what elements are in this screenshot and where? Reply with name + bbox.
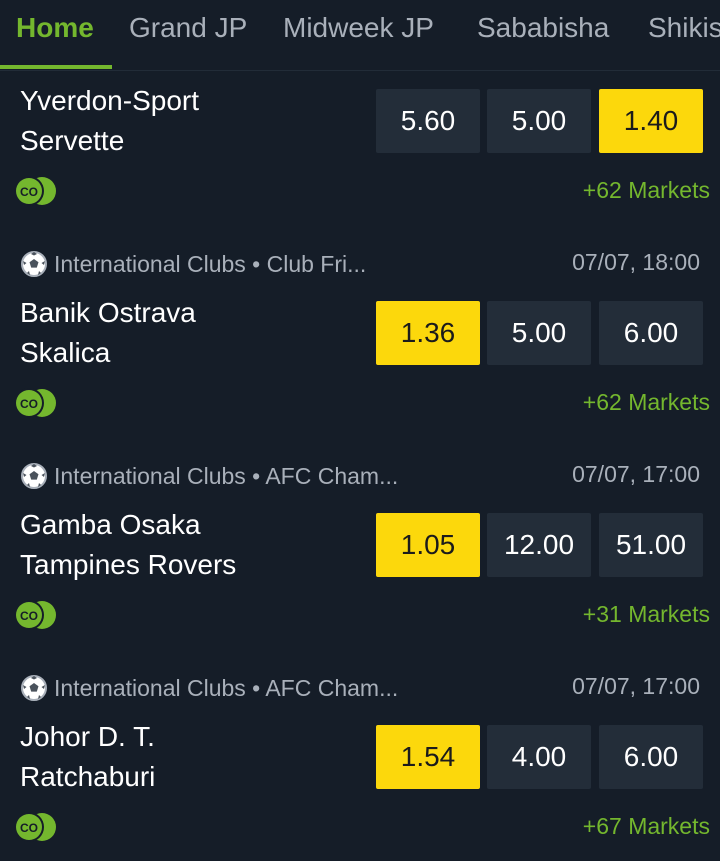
cashout-icon: CO — [14, 176, 56, 206]
cashout-label: CO — [20, 397, 38, 411]
odd-draw-button[interactable]: 5.00 — [487, 89, 591, 153]
league-name: International Clubs • AFC Cham... — [54, 675, 399, 701]
odd-away-button[interactable]: 51.00 — [599, 513, 703, 577]
cashout-icon: CO — [14, 600, 56, 630]
match-datetime: 07/07, 17:00 — [572, 461, 700, 487]
soccer-ball-icon — [21, 675, 47, 701]
cashout-icon: CO — [14, 812, 56, 842]
top-tab-bar: Home Grand JP Midweek JP Sababisha Shiki… — [0, 0, 720, 71]
tab-shikisha[interactable]: Shikis — [648, 10, 720, 46]
away-team: Ratchaburi — [20, 761, 156, 792]
cashout-icon: CO — [14, 388, 56, 418]
match-datetime: 07/07, 18:00 — [572, 249, 700, 275]
match-header: International Clubs • AFC Cham... 07/07,… — [0, 456, 720, 496]
odd-home-button[interactable]: 1.54 — [376, 725, 480, 789]
tab-grand-jp[interactable]: Grand JP — [129, 10, 247, 46]
league-name: International Clubs • Club Fri... — [54, 251, 367, 277]
odd-home-button[interactable]: 1.36 — [376, 301, 480, 365]
away-team: Skalica — [20, 337, 111, 368]
odd-away-button[interactable]: 1.40 — [599, 89, 703, 153]
more-markets-link[interactable]: +62 Markets — [583, 176, 710, 204]
tab-midweek-jp[interactable]: Midweek JP — [283, 10, 434, 46]
match-datetime: 07/07, 17:00 — [572, 673, 700, 699]
match-header: International Clubs • AFC Cham... 07/07,… — [0, 668, 720, 708]
home-team: Johor D. T. — [20, 721, 155, 752]
cashout-label: CO — [20, 609, 38, 623]
active-tab-indicator — [0, 65, 112, 69]
odd-draw-button[interactable]: 12.00 — [487, 513, 591, 577]
cashout-label: CO — [20, 185, 38, 199]
odd-away-button[interactable]: 6.00 — [599, 301, 703, 365]
odd-away-button[interactable]: 6.00 — [599, 725, 703, 789]
cashout-label: CO — [20, 821, 38, 835]
match-header: International Clubs • Club Fri... 07/07,… — [0, 244, 720, 284]
tab-home[interactable]: Home — [16, 10, 94, 46]
more-markets-link[interactable]: +62 Markets — [583, 388, 710, 416]
odd-draw-button[interactable]: 5.00 — [487, 301, 591, 365]
odd-draw-button[interactable]: 4.00 — [487, 725, 591, 789]
soccer-ball-icon — [21, 251, 47, 277]
odd-home-button[interactable]: 5.60 — [376, 89, 480, 153]
more-markets-link[interactable]: +31 Markets — [583, 600, 710, 628]
tab-sababisha[interactable]: Sababisha — [477, 10, 609, 46]
away-team: Servette — [20, 125, 125, 156]
league-name: International Clubs • AFC Cham... — [54, 463, 399, 489]
home-team: Banik Ostrava — [20, 297, 196, 328]
home-team: Gamba Osaka — [20, 509, 201, 540]
soccer-ball-icon — [21, 463, 47, 489]
home-team: Yverdon-Sport — [20, 85, 199, 116]
away-team: Tampines Rovers — [20, 549, 237, 580]
more-markets-link[interactable]: +67 Markets — [583, 812, 710, 840]
odd-home-button[interactable]: 1.05 — [376, 513, 480, 577]
